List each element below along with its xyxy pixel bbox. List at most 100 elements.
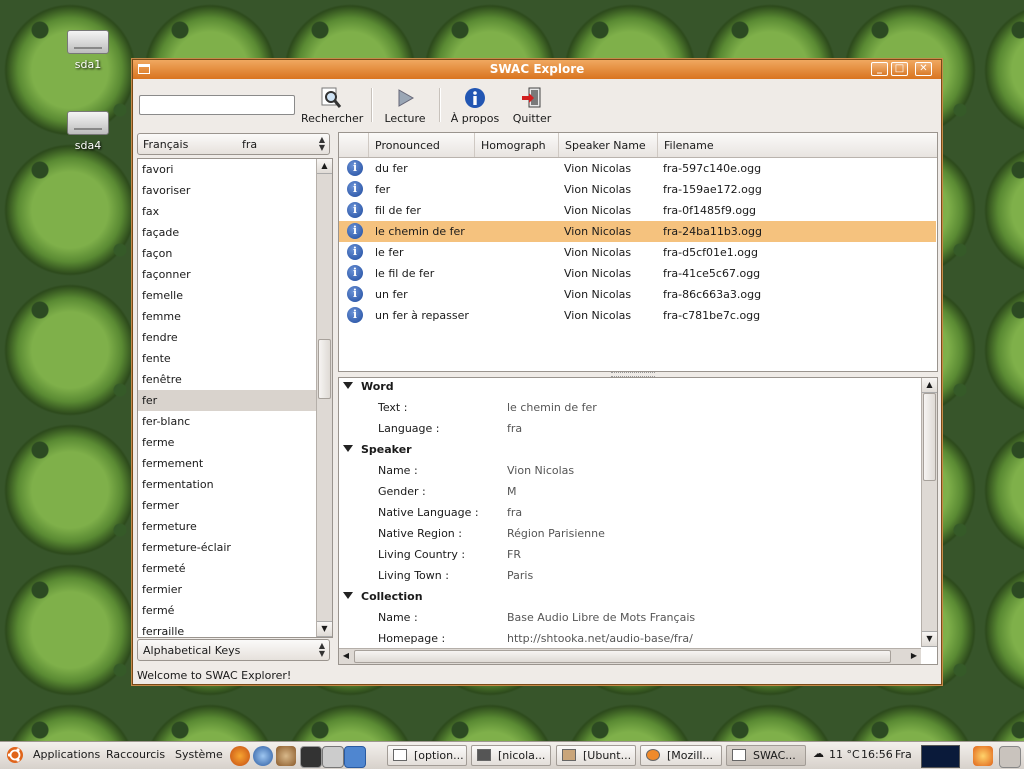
word-list-scrollbar[interactable]: ▲ ▼ bbox=[316, 159, 332, 637]
language-combo[interactable]: Français fra ▲ ▼ bbox=[137, 133, 330, 155]
menu-applications[interactable]: Applications bbox=[33, 748, 100, 761]
trash-icon[interactable] bbox=[999, 746, 1021, 768]
info-icon[interactable]: i bbox=[347, 202, 363, 218]
word-list-item[interactable]: fermentation bbox=[138, 474, 332, 495]
search-icon bbox=[320, 87, 342, 109]
task-nicola[interactable]: [nicola... bbox=[471, 745, 551, 766]
menu-system[interactable]: Système bbox=[175, 748, 223, 761]
word-list-item[interactable]: fermer bbox=[138, 495, 332, 516]
info-icon[interactable]: i bbox=[347, 223, 363, 239]
weather-temperature[interactable]: 11 °C bbox=[829, 748, 860, 761]
ubuntu-logo-icon[interactable] bbox=[6, 746, 24, 767]
play-button[interactable]: Lecture bbox=[380, 87, 430, 125]
word-list-item[interactable]: fermeté bbox=[138, 558, 332, 579]
word-list-item[interactable]: façade bbox=[138, 222, 332, 243]
help-launcher-icon[interactable] bbox=[276, 746, 296, 766]
editor-launcher-icon[interactable] bbox=[344, 746, 366, 768]
details-horizontal-scrollbar[interactable]: ◀ ▶ bbox=[339, 648, 921, 664]
column-header-pronounced[interactable]: Pronounced bbox=[369, 133, 475, 157]
details-section-header[interactable]: Collection bbox=[339, 590, 423, 603]
scroll-up-button[interactable]: ▲ bbox=[317, 159, 332, 174]
expander-arrow-icon[interactable] bbox=[343, 592, 353, 599]
info-icon[interactable]: i bbox=[347, 244, 363, 260]
search-input[interactable] bbox=[139, 95, 295, 115]
close-button[interactable]: ✕ bbox=[915, 62, 932, 76]
word-list-item[interactable]: fermeture bbox=[138, 516, 332, 537]
info-icon[interactable]: i bbox=[347, 307, 363, 323]
quit-button[interactable]: Quitter bbox=[511, 87, 553, 125]
title-bar[interactable]: SWAC Explore _ □ ✕ bbox=[133, 60, 941, 79]
table-row[interactable]: i un fer Vion Nicolas fra-86c663a3.ogg bbox=[339, 284, 936, 305]
about-button[interactable]: À propos bbox=[447, 87, 503, 125]
word-list-item[interactable]: fer-blanc bbox=[138, 411, 332, 432]
scroll-thumb[interactable] bbox=[318, 339, 331, 399]
clock[interactable]: 16:56 bbox=[861, 748, 893, 761]
info-icon[interactable]: i bbox=[347, 286, 363, 302]
word-list-item[interactable]: fenêtre bbox=[138, 369, 332, 390]
table-row[interactable]: i du fer Vion Nicolas fra-597c140e.ogg bbox=[339, 158, 936, 179]
task-ubuntu[interactable]: [Ubunt... bbox=[556, 745, 636, 766]
details-section-header[interactable]: Speaker bbox=[339, 443, 412, 456]
word-list-item[interactable]: ferme bbox=[138, 432, 332, 453]
info-icon[interactable]: i bbox=[347, 160, 363, 176]
word-list-item[interactable]: femme bbox=[138, 306, 332, 327]
scroll-thumb[interactable] bbox=[354, 650, 891, 663]
word-list-item[interactable]: fente bbox=[138, 348, 332, 369]
sort-combo[interactable]: Alphabetical Keys ▲ ▼ bbox=[137, 639, 330, 661]
details-section-header[interactable]: Word bbox=[339, 380, 394, 393]
search-button[interactable]: Rechercher bbox=[301, 87, 363, 125]
maximize-button[interactable]: □ bbox=[891, 62, 908, 76]
table-row[interactable]: i le fer Vion Nicolas fra-d5cf01e1.ogg bbox=[339, 242, 936, 263]
minimize-button[interactable]: _ bbox=[871, 62, 888, 76]
keyboard-layout[interactable]: Fra bbox=[895, 748, 912, 761]
system-monitor-graph[interactable] bbox=[921, 745, 960, 768]
scroll-down-button[interactable]: ▼ bbox=[317, 621, 332, 637]
scroll-thumb[interactable] bbox=[923, 393, 936, 481]
details-scrollbar[interactable]: ▲ ▼ bbox=[921, 378, 937, 647]
desktop-icon-sda1[interactable]: sda1 bbox=[53, 30, 123, 71]
cell-speaker: Vion Nicolas bbox=[564, 204, 632, 217]
task-swac[interactable]: SWAC... bbox=[726, 745, 806, 766]
scroll-down-button[interactable]: ▼ bbox=[922, 631, 937, 647]
word-list-item[interactable]: favoriser bbox=[138, 180, 332, 201]
weather-icon[interactable]: ☁ bbox=[813, 747, 824, 760]
word-list-item[interactable]: femelle bbox=[138, 285, 332, 306]
expander-arrow-icon[interactable] bbox=[343, 445, 353, 452]
table-row[interactable]: i le fil de fer Vion Nicolas fra-41ce5c67.o… bbox=[339, 263, 936, 284]
expander-arrow-icon[interactable] bbox=[343, 382, 353, 389]
scroll-left-button[interactable]: ◀ bbox=[339, 649, 353, 663]
terminal-launcher-icon[interactable] bbox=[300, 746, 322, 768]
table-row[interactable]: i le chemin de fer Vion Nicolas fra-24ba11b… bbox=[339, 221, 936, 242]
word-list-item[interactable]: façon bbox=[138, 243, 332, 264]
column-header-filename[interactable]: Filename bbox=[658, 133, 936, 157]
column-header-icon[interactable] bbox=[339, 133, 369, 157]
notification-icon[interactable] bbox=[973, 746, 993, 766]
firefox-launcher-icon[interactable] bbox=[230, 746, 250, 766]
window-menu-icon[interactable] bbox=[138, 64, 150, 74]
word-list-item[interactable]: fermement bbox=[138, 453, 332, 474]
word-list-item[interactable]: fermier bbox=[138, 579, 332, 600]
word-list-item[interactable]: fermeture-éclair bbox=[138, 537, 332, 558]
word-list-item[interactable]: fermé bbox=[138, 600, 332, 621]
column-header-speaker[interactable]: Speaker Name bbox=[559, 133, 658, 157]
column-header-homograph[interactable]: Homograph bbox=[475, 133, 559, 157]
scroll-right-button[interactable]: ▶ bbox=[907, 649, 921, 663]
table-row[interactable]: i fil de fer Vion Nicolas fra-0f1485f9.ogg bbox=[339, 200, 936, 221]
word-list-item[interactable]: fer bbox=[138, 390, 332, 411]
word-list-item[interactable]: façonner bbox=[138, 264, 332, 285]
scroll-up-button[interactable]: ▲ bbox=[922, 378, 937, 393]
task-option[interactable]: [option... bbox=[387, 745, 467, 766]
table-row[interactable]: i fer Vion Nicolas fra-159ae172.ogg bbox=[339, 179, 936, 200]
word-list-item[interactable]: fax bbox=[138, 201, 332, 222]
word-list-item[interactable]: fendre bbox=[138, 327, 332, 348]
mail-launcher-icon[interactable] bbox=[253, 746, 273, 766]
info-icon[interactable]: i bbox=[347, 265, 363, 281]
screenshot-launcher-icon[interactable] bbox=[322, 746, 344, 768]
table-row[interactable]: i un fer à repasser Vion Nicolas fra-c781be… bbox=[339, 305, 936, 326]
info-icon[interactable]: i bbox=[347, 181, 363, 197]
menu-shortcuts[interactable]: Raccourcis bbox=[106, 748, 165, 761]
word-list-item[interactable]: ferraille bbox=[138, 621, 332, 637]
task-mozilla[interactable]: [Mozill... bbox=[640, 745, 722, 766]
desktop-icon-sda4[interactable]: sda4 bbox=[53, 111, 123, 152]
word-list-item[interactable]: favori bbox=[138, 159, 332, 180]
